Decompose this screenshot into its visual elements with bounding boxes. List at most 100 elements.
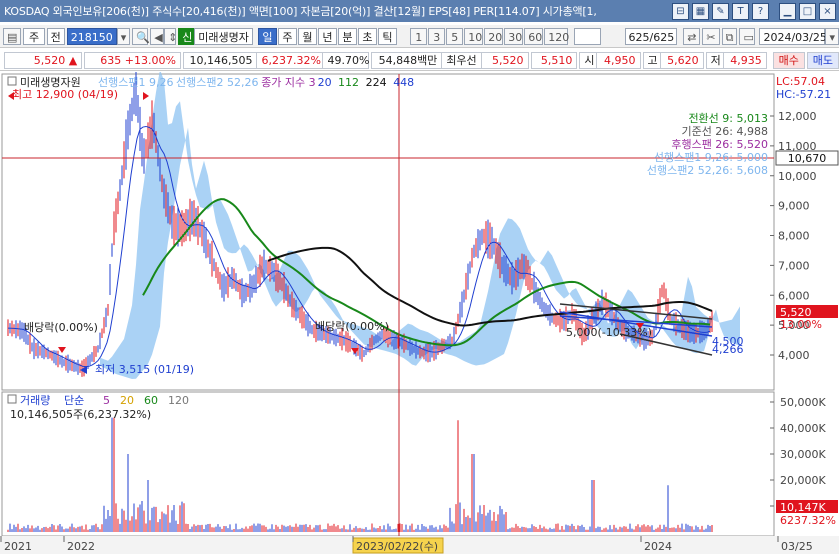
calendar-icon[interactable]: ▾ [825, 27, 839, 45]
interval-input[interactable] [574, 27, 602, 45]
high-price: 5,620 [660, 51, 704, 69]
period-tabs: 일주월년분초틱 [257, 27, 397, 45]
period-tab-2[interactable]: 월 [297, 27, 317, 45]
interval-tab-5[interactable]: 30 [504, 27, 524, 45]
current-price-value: 5,520 [33, 53, 66, 67]
sell-button[interactable]: 매도 [806, 51, 839, 69]
export-icon[interactable]: ⊟ [672, 2, 689, 20]
date-input[interactable]: 2024/03/25 [759, 27, 827, 45]
open-label: 시 [579, 51, 598, 69]
vol-y-tick-label: 30,000K [780, 448, 826, 461]
text-icon[interactable]: T [732, 2, 749, 20]
best-bid: 5,510 [530, 51, 578, 69]
legend-items: 선행스팬1 9,26 선행스팬2 52,26 종가 지수 3 20 112 224 448 [98, 76, 414, 89]
ichimoku-label-0: 전환선 9: 5,013 [688, 112, 768, 125]
buy-button[interactable]: 매수 [772, 51, 805, 69]
ichimoku-label-2: 후행스팬 26: 5,520 [671, 138, 768, 151]
code-dropdown-icon[interactable]: ▾ [116, 27, 131, 45]
period-tab-5[interactable]: 초 [357, 27, 377, 45]
y-tick-label: 10,000 [778, 170, 817, 183]
volume-pct-tag: 6237.32% [780, 514, 836, 527]
interval-tab-6[interactable]: 60 [524, 27, 544, 45]
volume-ma-0: 5 [103, 394, 110, 407]
current-price: 5,520 ▲ [4, 51, 83, 69]
sound-icon[interactable]: ◀ [150, 27, 165, 45]
x-label-4: 03/25 [781, 540, 813, 553]
new-stock-badge: 신 [178, 27, 195, 45]
zoom-icon[interactable]: ⇄ [683, 27, 701, 45]
interval-tab-4[interactable]: 20 [484, 27, 504, 45]
change-pct: +13.00% [124, 53, 176, 67]
interval-tab-1[interactable]: 3 [428, 27, 446, 45]
volume-ma-3: 120 [168, 394, 189, 407]
y-tick-label: 4,000 [778, 349, 810, 362]
layout-icon[interactable]: ▤ [3, 27, 22, 45]
y-tick-label: 8,000 [778, 230, 810, 243]
ichimoku-label-3: 선행스팬1 9,26: 5,000 [654, 151, 768, 164]
vol-y-tick-label: 20,000K [780, 474, 826, 487]
bar-count-input[interactable]: 625/625 [625, 27, 678, 45]
bar-count: 625 [628, 30, 650, 44]
search-icon[interactable]: 🔍 [132, 27, 150, 45]
price-bar: 5,520 ▲ 635 +13.00% 10,146,505 6,237.32%… [0, 50, 839, 71]
toolbar: ▤ 주 전 218150 ▾ 🔍 ◀ ⇕ 신 미래생명자 일주월년분초틱 135… [0, 25, 839, 48]
y-tick-label: 7,000 [778, 259, 810, 272]
dividend-note-2: 배당락(0.00%) [315, 320, 389, 333]
stepper-icon[interactable]: ⇕ [164, 27, 177, 45]
tool-icon[interactable]: ✎ [712, 2, 729, 20]
interval-tab-0[interactable]: 1 [410, 27, 428, 45]
interval-tab-7[interactable]: 120 [544, 27, 569, 45]
trend-label-2: 4,266 [712, 343, 744, 356]
stock-info-text: KOSDAQ 외국인보유[206(천)] 주식수[20,416(천)] 액면[1… [4, 5, 597, 18]
volume-value-line: 10,146,505주(6,237.32%) [10, 408, 151, 421]
period-tab-6[interactable]: 틱 [377, 27, 397, 45]
y-tick-label: 12,000 [778, 110, 817, 123]
open-price: 4,950 [597, 51, 641, 69]
change-value: 635 [100, 53, 122, 67]
price-change: 635 +13.00% [84, 51, 181, 69]
period-tab-4[interactable]: 분 [337, 27, 357, 45]
max-price-note: 최고 12,900 (04/19) [12, 88, 118, 101]
low-label: 저 [705, 51, 724, 69]
stock-code-input[interactable]: 218150 [66, 27, 117, 45]
compare-icon[interactable]: ⧉ [721, 27, 738, 45]
legend-item-5: 224 [366, 76, 387, 89]
period-tab-3[interactable]: 년 [317, 27, 337, 45]
vol-y-tick-label: 50,000K [780, 396, 826, 409]
volume-ma-type: 단순 [64, 394, 84, 407]
period-tab-0[interactable]: 일 [257, 27, 277, 45]
help-icon[interactable]: ? [752, 2, 769, 20]
legend-item-4: 112 [338, 76, 359, 89]
minimize-icon[interactable]: ▁ [779, 2, 796, 20]
draw-icon[interactable]: ✂ [702, 27, 720, 45]
close-icon[interactable]: × [819, 2, 836, 20]
interval-tab-3[interactable]: 10 [464, 27, 484, 45]
low-price: 4,935 [723, 51, 767, 69]
market-select[interactable]: 주 [23, 27, 45, 45]
legend-item-3: 20 [318, 76, 332, 89]
best-ask: 5,520 [481, 51, 529, 69]
stock-name: 미래생명자 [194, 27, 253, 45]
crosshair-price: 10,670 [788, 152, 827, 165]
stock-chart[interactable]: 12,00011,00010,0009,0008,0007,0006,0005,… [0, 72, 839, 554]
up-arrow-icon: ▲ [68, 53, 78, 67]
settings-icon[interactable]: ▭ [739, 27, 756, 45]
volume-ma-2: 60 [144, 394, 158, 407]
period-tab-1[interactable]: 주 [277, 27, 297, 45]
ichimoku-label-1: 기준선 26: 4,988 [681, 125, 768, 138]
volume-value: 10,146,505 [182, 51, 258, 69]
interval-tab-2[interactable]: 5 [446, 27, 464, 45]
x-label-1: 2022 [67, 540, 95, 553]
turnover-rate: 49.70% [323, 51, 370, 69]
interval-tabs: 1 3 5 10 20 30 60 120 [409, 27, 569, 45]
bar-count-total: /625 [649, 30, 675, 44]
prev-button[interactable]: 전 [46, 27, 65, 45]
volume-pct: 6,237.32% [257, 51, 324, 69]
volume-title: 거래량 [20, 394, 50, 407]
volume-y-axis: 50,000K40,000K30,000K20,000K10,000K [770, 396, 826, 513]
maximize-icon[interactable]: □ [799, 2, 816, 20]
x-label-3: 2024 [644, 540, 672, 553]
grid-icon[interactable]: ▦ [692, 2, 709, 20]
y-tick-label: 6,000 [778, 289, 810, 302]
stock-info-bar: KOSDAQ 외국인보유[206(천)] 주식수[20,416(천)] 액면[1… [0, 0, 839, 22]
